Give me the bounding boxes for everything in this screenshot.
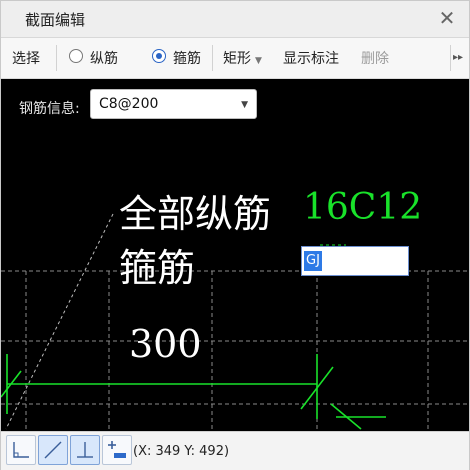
corner-icon bbox=[13, 442, 29, 458]
toolbar-divider bbox=[56, 45, 57, 71]
radio-longitudinal-label[interactable]: 纵筋 bbox=[90, 48, 118, 68]
shape-dropdown[interactable]: 矩形 ▼ bbox=[223, 48, 262, 68]
stirrup-edit-field[interactable]: GJ bbox=[301, 246, 409, 276]
all-longitudinal-label[interactable]: 全部纵筋 bbox=[119, 183, 271, 238]
coordinates-readout: (X: 349 Y: 492) bbox=[133, 444, 230, 459]
overflow-icon[interactable]: ▸▸ bbox=[451, 48, 465, 68]
radio-stirrup[interactable] bbox=[152, 49, 166, 63]
rebar-info-select[interactable]: C8@200 ▼ bbox=[90, 89, 257, 119]
leader-line bbox=[5, 213, 114, 430]
chevron-down-icon: ▼ bbox=[255, 56, 262, 66]
select-button[interactable]: 选择 bbox=[12, 48, 40, 68]
radio-stirrup-label[interactable]: 箍筋 bbox=[173, 48, 201, 68]
rebar-info-label: 钢筋信息: bbox=[19, 101, 80, 117]
all-longitudinal-value[interactable]: 16C12 bbox=[303, 187, 422, 228]
plus-bar-icon bbox=[108, 441, 126, 458]
title-bar: 截面编辑 ✕ bbox=[1, 1, 469, 38]
toolbar: 选择 纵筋 箍筋 矩形 ▼ 显示标注 删除 ▸▸ bbox=[1, 38, 469, 79]
show-annotation-button[interactable]: 显示标注 bbox=[283, 48, 339, 68]
section-edit-window: 截面编辑 ✕ 选择 纵筋 箍筋 矩形 ▼ 显示标注 删除 ▸▸ 钢筋信息: C8… bbox=[0, 0, 470, 470]
diagonal-line-icon bbox=[44, 441, 62, 459]
stirrup-edit-value: GJ bbox=[304, 251, 322, 271]
rebar-info-value: C8@200 bbox=[99, 96, 159, 112]
dimension-value[interactable]: 300 bbox=[129, 322, 202, 366]
shape-dropdown-label: 矩形 bbox=[223, 51, 251, 67]
status-bar: (X: 349 Y: 492) bbox=[1, 431, 469, 470]
delete-button[interactable]: 删除 bbox=[361, 48, 389, 68]
toolbar-divider bbox=[212, 45, 213, 71]
perpendicular-icon bbox=[77, 442, 93, 458]
orthogonal-corner-button[interactable] bbox=[6, 435, 36, 465]
radio-longitudinal[interactable] bbox=[69, 49, 83, 63]
perpendicular-button[interactable] bbox=[70, 435, 100, 465]
window-title: 截面编辑 bbox=[25, 11, 86, 29]
close-icon[interactable]: ✕ bbox=[435, 6, 459, 30]
stirrup-label[interactable]: 箍筋 bbox=[119, 237, 195, 292]
grid-lines bbox=[1, 270, 469, 431]
chevron-down-icon: ▼ bbox=[241, 100, 248, 110]
add-dimension-button[interactable] bbox=[102, 435, 132, 465]
drawing-canvas[interactable]: 钢筋信息: C8@200 ▼ 全部纵筋 16C12 箍筋 GJ 300 bbox=[1, 79, 469, 431]
line-draw-button[interactable] bbox=[38, 435, 68, 465]
